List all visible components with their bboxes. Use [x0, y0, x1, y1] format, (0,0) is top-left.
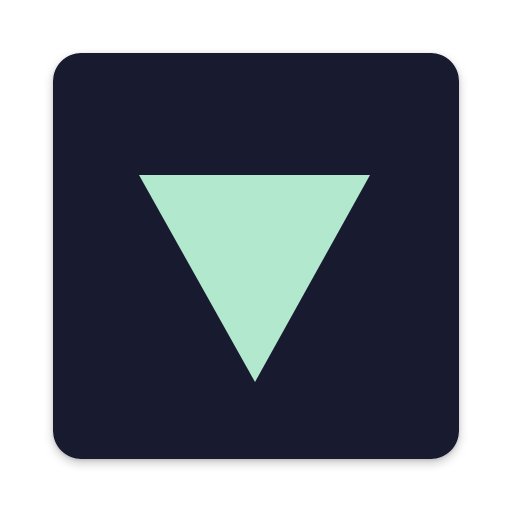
icon-canvas	[0, 0, 512, 512]
app-icon[interactable]	[53, 53, 459, 459]
app-icon-graphic	[53, 53, 459, 459]
